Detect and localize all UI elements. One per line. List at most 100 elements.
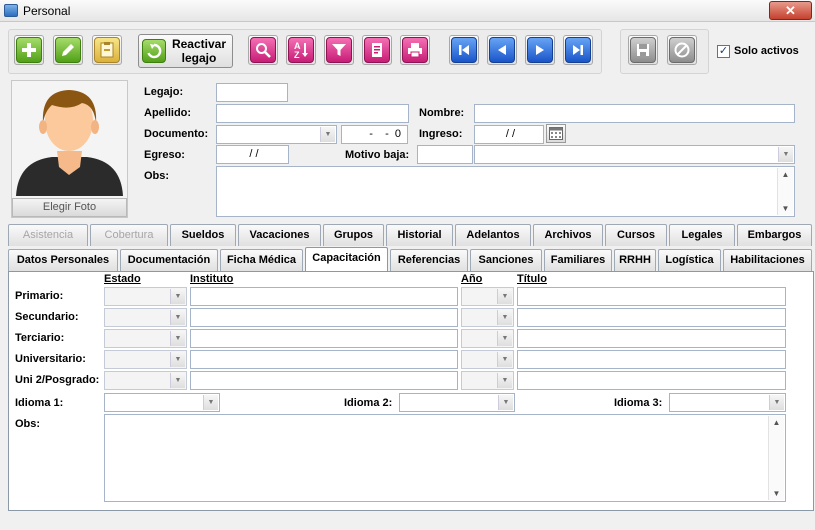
instituto-field[interactable]	[190, 308, 458, 327]
obs-textarea[interactable]: ▲ ▼	[216, 166, 795, 217]
idioma2-label: Idioma 2:	[344, 397, 393, 409]
chevron-down-icon: ▼	[497, 373, 512, 388]
estado-select[interactable]: ▼	[104, 308, 187, 327]
search-icon	[250, 37, 276, 63]
instituto-field[interactable]	[190, 350, 458, 369]
apellido-field[interactable]	[216, 104, 409, 123]
scroll-down-icon[interactable]: ▼	[769, 489, 784, 498]
idioma1-select[interactable]: ▼	[104, 393, 220, 412]
estado-select[interactable]: ▼	[104, 371, 187, 390]
titulo-field[interactable]	[517, 329, 786, 348]
print-button[interactable]	[400, 35, 430, 65]
tab-historial[interactable]: Historial	[386, 224, 453, 246]
close-button[interactable]: ✕	[769, 1, 812, 20]
legajo-field[interactable]	[216, 83, 288, 102]
instituto-field[interactable]	[190, 371, 458, 390]
tab-ficha-medica[interactable]: Ficha Médica	[220, 249, 303, 271]
cap-obs-scrollbar[interactable]: ▲ ▼	[768, 416, 784, 500]
paste-button[interactable]	[92, 35, 122, 65]
ingreso-date-field[interactable]: / /	[474, 125, 544, 144]
tab-rrhh[interactable]: RRHH	[614, 249, 656, 271]
anio-select[interactable]: ▼	[461, 371, 514, 390]
edit-button[interactable]	[53, 35, 83, 65]
next-record-button[interactable]	[525, 35, 555, 65]
instituto-field[interactable]	[190, 329, 458, 348]
estado-select[interactable]: ▼	[104, 350, 187, 369]
tab-datos-personales[interactable]: Datos Personales	[8, 249, 118, 271]
window-title: Personal	[23, 4, 71, 18]
tab-logistica[interactable]: Logística	[658, 249, 721, 271]
report-button[interactable]	[362, 35, 392, 65]
save-button[interactable]	[628, 35, 658, 65]
tab-legales[interactable]: Legales	[669, 224, 735, 246]
instituto-field[interactable]	[190, 287, 458, 306]
tab-grupos[interactable]: Grupos	[323, 224, 384, 246]
row-label: Primario:	[15, 290, 64, 302]
chevron-down-icon: ▼	[170, 289, 185, 304]
tab-vacaciones[interactable]: Vacaciones	[238, 224, 321, 246]
tab-archivos[interactable]: Archivos	[533, 224, 603, 246]
scroll-up-icon[interactable]: ▲	[769, 418, 784, 427]
chevron-down-icon: ▼	[170, 373, 185, 388]
nombre-field[interactable]	[474, 104, 795, 123]
tab-cursos[interactable]: Cursos	[605, 224, 667, 246]
tab-habilitaciones[interactable]: Habilitaciones	[723, 249, 812, 271]
obs-label: Obs:	[144, 170, 170, 182]
anio-select[interactable]: ▼	[461, 329, 514, 348]
tab-embargos[interactable]: Embargos	[737, 224, 812, 246]
documento-label: Documento:	[144, 128, 209, 140]
tab-sueldos[interactable]: Sueldos	[170, 224, 236, 246]
titulo-field[interactable]	[517, 308, 786, 327]
motivo-baja-code-field[interactable]	[417, 145, 473, 164]
tab-adelantos[interactable]: Adelantos	[455, 224, 531, 246]
titulo-field[interactable]	[517, 287, 786, 306]
filter-button[interactable]	[324, 35, 354, 65]
scroll-up-icon[interactable]: ▲	[778, 170, 793, 179]
tab-referencias[interactable]: Referencias	[390, 249, 468, 271]
search-button[interactable]	[248, 35, 278, 65]
legajo-label: Legajo:	[144, 86, 184, 98]
sort-az-button[interactable]: AZ	[286, 35, 316, 65]
calendar-button[interactable]	[546, 124, 566, 143]
obs-scrollbar[interactable]: ▲ ▼	[777, 168, 793, 215]
chevron-down-icon: ▼	[497, 289, 512, 304]
tab-cobertura[interactable]: Cobertura	[90, 224, 168, 246]
anio-select[interactable]: ▼	[461, 308, 514, 327]
estado-select[interactable]: ▼	[104, 287, 187, 306]
add-button[interactable]	[14, 35, 44, 65]
last-record-button[interactable]	[563, 35, 593, 65]
tab-asistencia[interactable]: Asistencia	[8, 224, 88, 246]
idioma2-select[interactable]: ▼	[399, 393, 515, 412]
titulo-field[interactable]	[517, 350, 786, 369]
paste-icon	[94, 37, 120, 63]
cap-obs-label: Obs:	[15, 418, 41, 430]
reactivar-legajo-button[interactable]: Reactivar legajo	[138, 34, 233, 68]
solo-activos-checkbox[interactable]: ✓	[717, 45, 730, 58]
egreso-label: Egreso:	[144, 149, 185, 161]
tab-sanciones[interactable]: Sanciones	[470, 249, 542, 271]
elegir-foto-button[interactable]: Elegir Foto	[12, 198, 127, 217]
apellido-label: Apellido:	[144, 107, 192, 119]
chevron-down-icon: ▼	[769, 395, 784, 410]
documento-type-select[interactable]: ▼	[216, 125, 337, 144]
tab-capacitacion[interactable]: Capacitación	[305, 247, 388, 271]
egreso-date-field[interactable]: / /	[216, 145, 289, 164]
print-icon	[402, 37, 428, 63]
scroll-down-icon[interactable]: ▼	[778, 204, 793, 213]
motivo-baja-select[interactable]: ▼	[474, 145, 795, 164]
titulo-field[interactable]	[517, 371, 786, 390]
cancel-button[interactable]	[667, 35, 697, 65]
anio-select[interactable]: ▼	[461, 350, 514, 369]
first-record-button[interactable]	[449, 35, 479, 65]
refresh-icon	[142, 39, 166, 63]
estado-select[interactable]: ▼	[104, 329, 187, 348]
documento-number-field[interactable]: - - 0	[341, 125, 408, 144]
tab-familiares[interactable]: Familiares	[544, 249, 612, 271]
idioma1-label: Idioma 1:	[15, 397, 64, 409]
estado-header: Estado	[104, 273, 141, 285]
tab-documentacion[interactable]: Documentación	[120, 249, 218, 271]
idioma3-select[interactable]: ▼	[669, 393, 786, 412]
previous-record-button[interactable]	[487, 35, 517, 65]
cap-obs-textarea[interactable]: ▲ ▼	[104, 414, 786, 502]
anio-select[interactable]: ▼	[461, 287, 514, 306]
